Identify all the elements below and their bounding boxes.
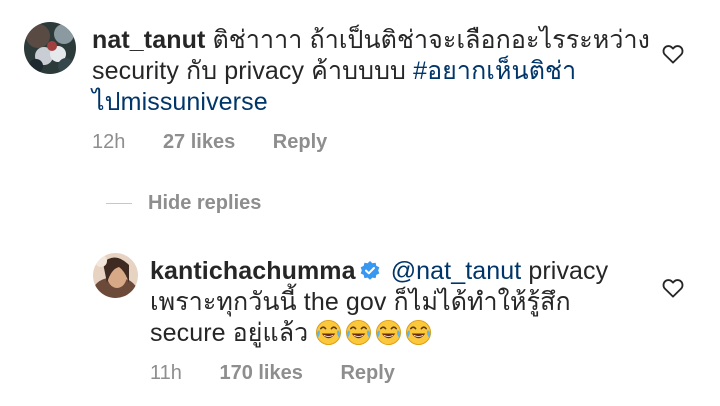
mention-link[interactable]: @nat_tanut: [391, 257, 522, 285]
emoji-group: [315, 319, 435, 347]
comment-meta: 12h 27 likes Reply: [92, 131, 359, 154]
comment-meta: 11h 170 likes Reply: [150, 362, 427, 385]
verified-badge-icon: [360, 261, 379, 280]
comment-timestamp: 11h: [150, 362, 182, 384]
reply-button[interactable]: Reply: [340, 362, 394, 384]
hide-replies-button[interactable]: Hide replies: [106, 192, 261, 215]
likes-count[interactable]: 170 likes: [219, 362, 302, 384]
heart-outline-icon[interactable]: [662, 44, 684, 64]
username-link[interactable]: nat_tanut: [92, 26, 205, 54]
divider-line: [106, 203, 132, 204]
face-with-tears-of-joy-emoji: [346, 319, 372, 346]
username-link[interactable]: kantichachumma: [150, 257, 356, 285]
likes-count[interactable]: 27 likes: [163, 131, 235, 153]
heart-outline-icon[interactable]: [662, 278, 684, 298]
comment-timestamp: 12h: [92, 131, 126, 153]
face-with-tears-of-joy-emoji: [406, 319, 432, 346]
face-with-tears-of-joy-emoji: [376, 319, 402, 346]
comment-body: nat_tanut ติช่าาาา ถ้าเป็นติช่าจะเลือกอะ…: [92, 25, 652, 118]
comment-thread: nat_tanut ติช่าาาา ถ้าเป็นติช่าจะเลือกอะ…: [0, 0, 720, 406]
face-with-tears-of-joy-emoji: [316, 319, 342, 346]
reply-button[interactable]: Reply: [273, 131, 327, 153]
avatar[interactable]: [93, 253, 138, 298]
hide-replies-label: Hide replies: [148, 192, 262, 214]
avatar[interactable]: [24, 22, 76, 74]
comment-body: kantichachumma @nat_tanut privacy เพราะท…: [150, 256, 650, 349]
